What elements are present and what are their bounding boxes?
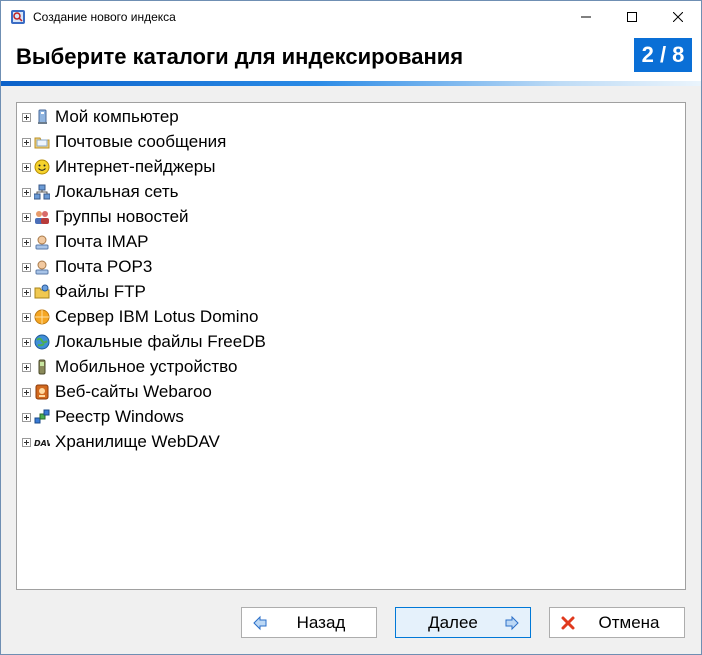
tree-item[interactable]: Почта IMAP	[22, 231, 149, 253]
back-button[interactable]: Назад	[241, 607, 377, 638]
minimize-button[interactable]	[563, 1, 609, 33]
expand-icon[interactable]	[22, 287, 31, 297]
tree-item-label: Почта IMAP	[55, 232, 149, 251]
tree-item[interactable]: Сервер IBM Lotus Domino	[22, 306, 259, 328]
tree-item-label: Хранилище WebDAV	[55, 432, 220, 451]
step-badge: 2 / 8	[634, 38, 692, 72]
cancel-button[interactable]: Отмена	[549, 607, 685, 638]
network-icon	[34, 184, 50, 200]
header-divider	[1, 81, 701, 86]
tree-item-label: Реестр Windows	[55, 407, 184, 426]
expand-icon[interactable]	[22, 412, 31, 422]
window-title: Создание нового индекса	[33, 10, 176, 24]
tree-item[interactable]: Почтовые сообщения	[22, 131, 226, 153]
tree-item[interactable]: Интернет-пейджеры	[22, 156, 215, 178]
webaroo-icon	[35, 384, 49, 400]
expand-icon[interactable]	[22, 162, 31, 172]
title-bar: Создание нового индекса	[1, 1, 701, 33]
expand-icon[interactable]	[22, 237, 31, 247]
webdav-icon: DAV	[34, 439, 50, 448]
app-icon	[10, 9, 26, 25]
domino-icon	[34, 309, 50, 325]
tree-item[interactable]: Локальная сеть	[22, 181, 178, 203]
computer-icon	[38, 109, 47, 124]
globe-disc-icon	[34, 334, 50, 350]
tree-item-label: Локальные файлы FreeDB	[55, 332, 266, 351]
expand-icon[interactable]	[22, 137, 31, 147]
expand-icon[interactable]	[22, 212, 31, 222]
maximize-button[interactable]	[609, 1, 655, 33]
expand-icon[interactable]	[22, 387, 31, 397]
page-title: Выберите каталоги для индексирования	[16, 44, 464, 69]
expand-icon[interactable]	[22, 262, 31, 272]
tree-item-label: Почта POP3	[55, 257, 153, 276]
tree-item[interactable]: Веб-сайты Webaroo	[22, 381, 212, 403]
catalog-tree[interactable]: Мой компьютер Почтовые сообщения Интерне…	[16, 102, 686, 590]
tree-item-label: Мой компьютер	[55, 107, 179, 126]
wizard-header: Выберите каталоги для индексирования 2 /…	[1, 33, 701, 86]
wizard-window: Создание нового индекса Выберите каталог…	[0, 0, 702, 655]
expand-icon[interactable]	[22, 112, 31, 122]
close-button[interactable]	[655, 1, 701, 33]
cancel-button-label: Отмена	[598, 612, 660, 632]
tree-item[interactable]: Файлы FTP	[22, 281, 146, 303]
registry-icon	[34, 409, 50, 424]
tree-item[interactable]: Почта POP3	[22, 256, 152, 278]
tree-item-label: Файлы FTP	[55, 282, 146, 301]
tree-item-label: Интернет-пейджеры	[55, 157, 216, 176]
people-icon	[35, 211, 49, 224]
smiley-icon	[34, 159, 50, 175]
tree-item-label: Сервер IBM Lotus Domino	[55, 307, 259, 326]
expand-icon[interactable]	[22, 312, 31, 322]
mail-folder-icon	[34, 137, 50, 149]
tree-item[interactable]: Мой компьютер	[22, 106, 179, 128]
svg-text:DAV: DAV	[34, 439, 50, 448]
next-button[interactable]: Далее	[395, 607, 531, 638]
tree-item[interactable]: Мобильное устройство	[22, 356, 237, 378]
expand-icon[interactable]	[22, 437, 31, 447]
tree-item[interactable]: Группы новостей	[22, 206, 189, 228]
back-button-label: Назад	[296, 612, 346, 632]
arrow-right-icon	[505, 615, 519, 631]
tree-item-label: Почтовые сообщения	[55, 132, 227, 151]
expand-icon[interactable]	[22, 187, 31, 197]
expand-icon[interactable]	[22, 337, 31, 347]
tree-item-label: Веб-сайты Webaroo	[55, 382, 212, 401]
close-icon	[673, 12, 683, 22]
mail-server-icon	[35, 235, 49, 250]
phone-icon	[38, 359, 46, 375]
ftp-folder-icon	[34, 284, 50, 299]
expand-icon[interactable]	[22, 362, 31, 372]
maximize-icon	[627, 12, 637, 22]
mail-server-icon	[35, 260, 49, 275]
tree-item-label: Локальная сеть	[55, 182, 179, 201]
tree-item-label: Мобильное устройство	[55, 357, 238, 376]
tree-item[interactable]: Реестр Windows	[22, 406, 184, 428]
tree-item[interactable]: Локальные файлы FreeDB	[22, 331, 266, 353]
minimize-icon	[581, 16, 591, 18]
tree-item-label: Группы новостей	[55, 207, 189, 226]
tree-item[interactable]: DAV Хранилище WebDAV	[22, 431, 220, 453]
